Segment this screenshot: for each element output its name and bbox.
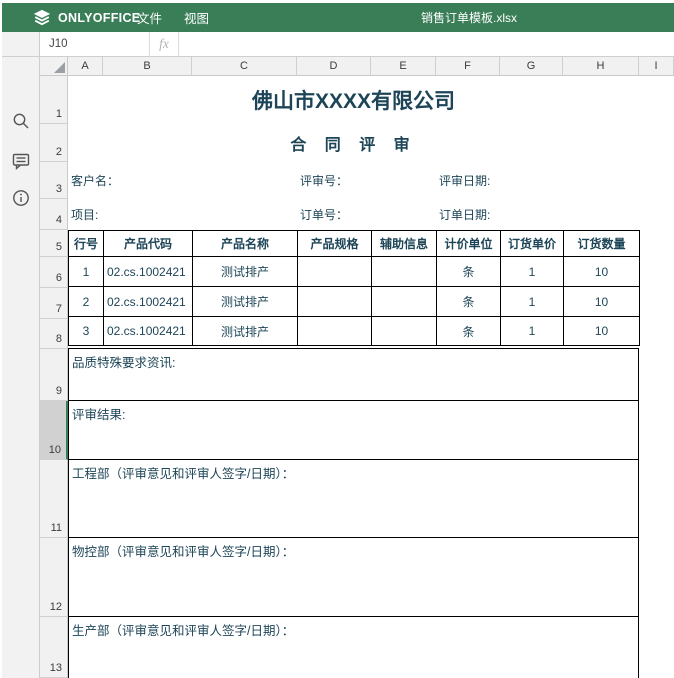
column-header-f[interactable]: F <box>436 57 500 76</box>
row-header-6[interactable]: 6 <box>40 257 68 288</box>
section-engineering-dept[interactable]: 工程部（评审意见和评审人签字/日期）： <box>68 459 639 538</box>
top-bar: ONLYOFFICE 文件 视图 销售订单模板.xlsx <box>2 3 674 32</box>
cell-aux-info[interactable] <box>372 317 437 346</box>
cell-aux-info[interactable] <box>372 257 437 287</box>
row-header-12[interactable]: 12 <box>40 538 68 617</box>
cell-product-code[interactable]: 02.cs.1002421 <box>104 287 193 317</box>
cell-product-spec[interactable] <box>298 287 372 317</box>
cell-product-code[interactable]: 02.cs.1002421 <box>104 317 193 346</box>
table-row: 3 02.cs.1002421 测试排产 条 1 10 <box>69 317 640 346</box>
column-headers: A B C D E F G H I <box>68 57 674 76</box>
row-header-8[interactable]: 8 <box>40 319 68 349</box>
comments-icon[interactable] <box>11 151 31 171</box>
header-aux-info[interactable]: 辅助信息 <box>372 231 437 257</box>
cell-review-date-label[interactable]: 评审日期: <box>439 162 490 199</box>
menu-view[interactable]: 视图 <box>184 3 209 32</box>
brand-name: ONLYOFFICE <box>58 11 140 25</box>
table-row: 2 02.cs.1002421 测试排产 条 1 10 <box>69 287 640 317</box>
cell-company-title[interactable]: 佛山市XXXX有限公司 <box>68 76 639 124</box>
row-header-1[interactable]: 1 <box>40 76 68 124</box>
spreadsheet-app-window: ONLYOFFICE 文件 视图 销售订单模板.xlsx fx <box>0 0 674 678</box>
table-row: 1 02.cs.1002421 测试排产 条 1 10 <box>69 257 640 287</box>
column-header-g[interactable]: G <box>500 57 563 76</box>
cell-product-spec[interactable] <box>298 257 372 287</box>
document-title[interactable]: 销售订单模板.xlsx <box>421 3 517 32</box>
section-review-result[interactable]: 评审结果: <box>68 400 639 460</box>
row-header-7[interactable]: 7 <box>40 288 68 319</box>
column-header-e[interactable]: E <box>371 57 436 76</box>
cell-order-date-label[interactable]: 订单日期: <box>439 199 490 230</box>
menu-file[interactable]: 文件 <box>137 3 162 32</box>
cell-line-no[interactable]: 3 <box>69 317 104 346</box>
formula-bar: fx <box>2 32 674 57</box>
column-header-d[interactable]: D <box>297 57 371 76</box>
header-order-qty[interactable]: 订货数量 <box>564 231 640 257</box>
cell-order-qty[interactable]: 10 <box>564 257 640 287</box>
sheet-canvas[interactable]: 佛山市XXXX有限公司 合 同 评 审 客户名： 评审号： 评审日期: 项目: … <box>68 76 674 678</box>
row-header-10-selected[interactable]: 10 <box>40 401 68 460</box>
table-header-row: 行号 产品代码 产品名称 产品规格 辅助信息 计价单位 订货单价 订货数量 <box>69 231 640 257</box>
cell-line-no[interactable]: 1 <box>69 257 104 287</box>
app-logo: ONLYOFFICE <box>32 3 140 32</box>
select-all-triangle-icon <box>54 62 65 73</box>
header-product-code[interactable]: 产品代码 <box>104 231 193 257</box>
cell-line-no[interactable]: 2 <box>69 287 104 317</box>
info-row-4: 项目: 订单号： 订单日期: <box>68 199 639 230</box>
column-header-a[interactable]: A <box>68 57 103 76</box>
header-product-spec[interactable]: 产品规格 <box>298 231 372 257</box>
header-unit-price[interactable]: 订货单价 <box>501 231 564 257</box>
about-info-icon[interactable] <box>11 188 31 208</box>
row-header-4[interactable]: 4 <box>40 199 68 230</box>
info-row-3: 客户名： 评审号： 评审日期: <box>68 162 639 199</box>
cell-project-label[interactable]: 项目: <box>71 199 98 230</box>
row-header-9[interactable]: 9 <box>40 349 68 401</box>
row-header-5[interactable]: 5 <box>40 230 68 257</box>
section-material-control-dept[interactable]: 物控部（评审意见和评审人签字/日期）： <box>68 537 639 617</box>
order-items-table: 行号 产品代码 产品名称 产品规格 辅助信息 计价单位 订货单价 订货数量 1 … <box>68 230 640 346</box>
select-all-corner[interactable] <box>40 57 68 76</box>
spreadsheet-grid: A B C D E F G H I 1 2 3 4 5 6 7 8 9 10 1… <box>40 57 674 678</box>
cell-product-spec[interactable] <box>298 317 372 346</box>
cell-order-qty[interactable]: 10 <box>564 287 640 317</box>
left-toolbar <box>2 57 40 678</box>
row-header-13[interactable]: 13 <box>40 617 68 678</box>
cell-unit-price[interactable]: 1 <box>501 257 564 287</box>
section-quality-requirements[interactable]: 品质特殊要求资讯: <box>68 348 639 401</box>
search-icon[interactable] <box>11 111 31 131</box>
row-header-3[interactable]: 3 <box>40 162 68 199</box>
section-production-dept[interactable]: 生产部（评审意见和评审人签字/日期）： <box>68 616 639 678</box>
row-headers: 1 2 3 4 5 6 7 8 9 10 11 12 13 <box>40 76 68 678</box>
cell-order-qty[interactable]: 10 <box>564 317 640 346</box>
cell-review-no-label[interactable]: 评审号： <box>300 162 348 199</box>
cell-unit-price[interactable]: 1 <box>501 317 564 346</box>
row-header-2[interactable]: 2 <box>40 124 68 162</box>
column-header-b[interactable]: B <box>103 57 192 76</box>
cell-product-code[interactable]: 02.cs.1002421 <box>104 257 193 287</box>
formula-input[interactable] <box>179 32 674 56</box>
cell-product-name[interactable]: 测试排产 <box>193 317 298 346</box>
header-line-no[interactable]: 行号 <box>69 231 104 257</box>
header-product-name[interactable]: 产品名称 <box>193 231 298 257</box>
cell-unit-price[interactable]: 1 <box>501 287 564 317</box>
row-header-11[interactable]: 11 <box>40 460 68 538</box>
column-header-c[interactable]: C <box>192 57 297 76</box>
cell-price-unit[interactable]: 条 <box>437 317 501 346</box>
cell-doc-heading[interactable]: 合 同 评 审 <box>68 124 639 162</box>
cell-product-name[interactable]: 测试排产 <box>193 257 298 287</box>
header-price-unit[interactable]: 计价单位 <box>437 231 501 257</box>
cell-aux-info[interactable] <box>372 287 437 317</box>
cell-price-unit[interactable]: 条 <box>437 257 501 287</box>
cell-product-name[interactable]: 测试排产 <box>193 287 298 317</box>
cell-customer-label[interactable]: 客户名： <box>71 162 119 199</box>
column-header-h[interactable]: H <box>563 57 639 76</box>
formula-bar-left-spacer <box>2 32 40 56</box>
cell-name-box[interactable] <box>40 32 150 56</box>
cell-price-unit[interactable]: 条 <box>437 287 501 317</box>
insert-function-button[interactable]: fx <box>150 32 179 56</box>
cell-order-no-label[interactable]: 订单号： <box>300 199 348 230</box>
column-header-i[interactable]: I <box>639 57 674 76</box>
onlyoffice-layers-icon <box>32 9 52 27</box>
